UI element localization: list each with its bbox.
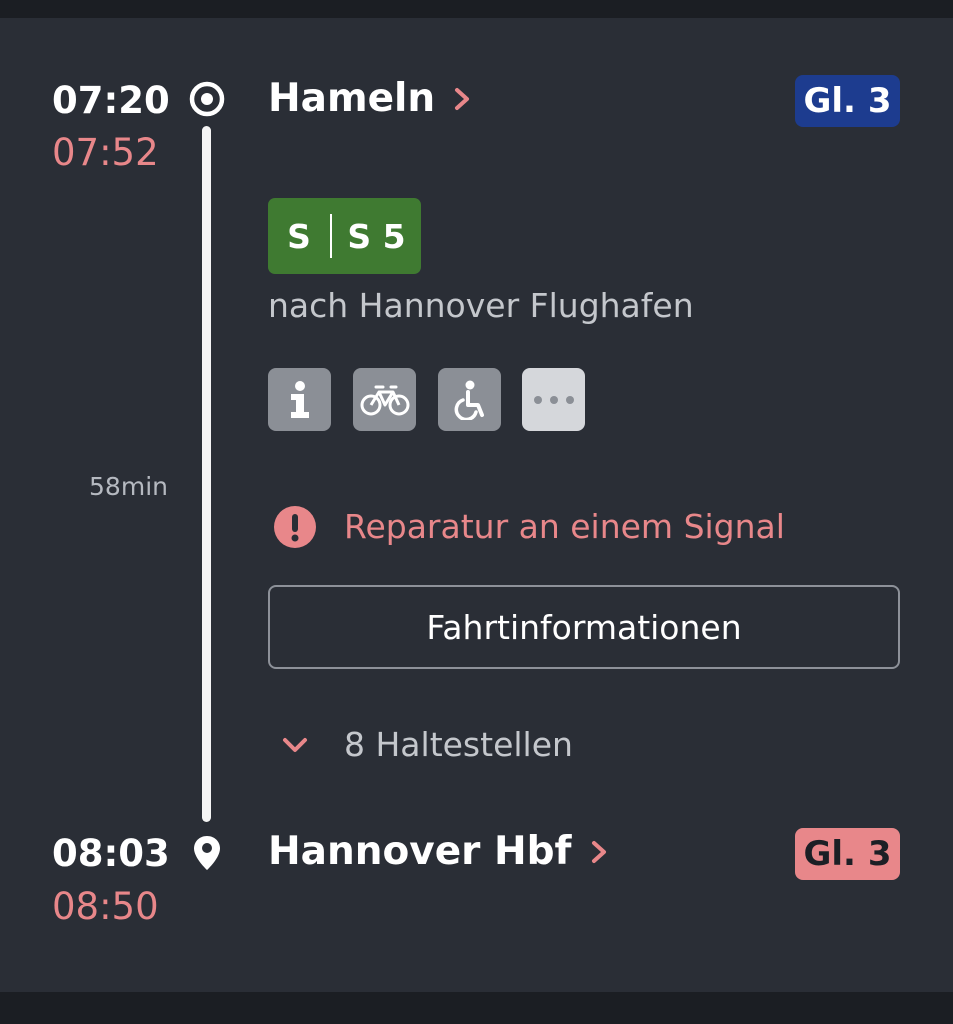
origin-circle-icon <box>189 81 225 117</box>
chevron-down-icon <box>283 737 307 752</box>
location-pin-icon <box>194 836 220 870</box>
intermediate-stops-toggle[interactable]: 8 Haltestellen <box>280 725 573 764</box>
travel-duration: 58min <box>89 472 168 501</box>
more-amenities-button[interactable] <box>522 368 585 431</box>
top-edge <box>0 0 953 18</box>
chevron-right-icon <box>455 87 470 110</box>
line-product: S <box>287 216 311 256</box>
arrival-station-name: Hannover Hbf <box>268 829 572 874</box>
train-direction: nach Hannover Flughafen <box>268 286 694 325</box>
line-name: S 5 <box>347 216 406 256</box>
arrival-actual-time: 08:50 <box>52 885 159 928</box>
arrival-planned-time: 08:03 <box>52 832 170 875</box>
line-badge[interactable]: S S 5 <box>268 198 421 274</box>
departure-platform-badge: Gl. 3 <box>795 75 900 127</box>
bicycle-amenity-button[interactable] <box>353 368 416 431</box>
departure-station-link[interactable]: Hameln <box>268 76 473 121</box>
arrival-platform-badge: Gl. 3 <box>795 828 900 880</box>
bottom-edge <box>0 992 953 1024</box>
info-icon <box>290 380 309 418</box>
stops-count-label: 8 Haltestellen <box>344 725 573 764</box>
departure-actual-time: 07:52 <box>52 131 159 174</box>
exclamation-circle-icon <box>274 506 316 548</box>
departure-planned-time: 07:20 <box>52 79 170 122</box>
timeline-track <box>202 126 211 822</box>
more-dots-icon <box>533 395 574 404</box>
trip-info-button[interactable]: Fahrtinformationen <box>268 585 900 669</box>
wheelchair-icon <box>454 380 484 420</box>
chevron-right-icon <box>591 840 606 863</box>
departure-station-name: Hameln <box>268 76 436 121</box>
info-amenity-button[interactable] <box>268 368 331 431</box>
arrival-station-link[interactable]: Hannover Hbf <box>268 829 610 874</box>
disruption-message: Reparatur an einem Signal <box>344 507 785 546</box>
wheelchair-amenity-button[interactable] <box>438 368 501 431</box>
bicycle-icon <box>360 385 409 415</box>
